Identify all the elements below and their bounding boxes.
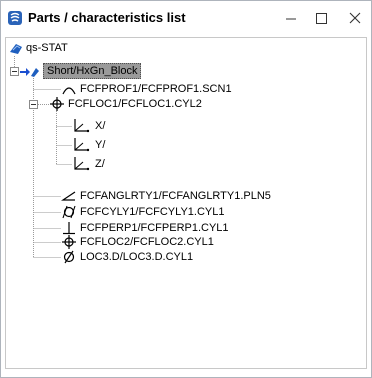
parts-characteristics-window: Parts / characteristics list qs-STAT Sho… <box>0 0 372 378</box>
tree-node-characteristic[interactable]: FCFLOC1/FCFLOC1.CYL2 <box>6 96 346 112</box>
tree-node-characteristic[interactable]: FCFLOC2/FCFLOC2.CYL1 <box>6 234 346 250</box>
tree-node-label: FCFPROF1/FCFPROF1.SCN1 <box>80 83 232 95</box>
close-button[interactable] <box>341 5 369 31</box>
tree-node-axis[interactable]: X/ <box>6 117 206 133</box>
app-logo-icon <box>8 11 22 25</box>
maximize-button[interactable] <box>307 5 335 31</box>
diameter-icon <box>63 250 75 264</box>
tree-node-label: Z/ <box>95 158 105 170</box>
axis-icon <box>74 157 90 171</box>
collapse-icon[interactable] <box>10 67 19 76</box>
title-bar[interactable]: Parts / characteristics list <box>1 1 371 37</box>
tree-node-characteristic[interactable]: LOC3.D/LOC3.D.CYL1 <box>6 249 346 265</box>
angularity-icon <box>61 191 76 201</box>
tree-node-label: FCFLOC1/FCFLOC1.CYL2 <box>68 98 202 110</box>
probe-arrow-icon <box>20 68 39 77</box>
tree-node-label: qs-STAT <box>26 42 68 54</box>
tree-node-label-selected: Short/HxGn_Block <box>43 63 142 79</box>
window-title: Parts / characteristics list <box>28 10 186 25</box>
tree-node-label: LOC3.D/LOC3.D.CYL1 <box>80 251 194 263</box>
tree-node-part[interactable]: Short/HxGn_Block <box>6 63 306 79</box>
tree-node-characteristic[interactable]: FCFPROF1/FCFPROF1.SCN1 <box>6 81 346 97</box>
minimize-button[interactable] <box>277 5 305 31</box>
tree-node-characteristic[interactable]: FCFCYLY1/FCFCYLY1.CYL1 <box>6 204 346 220</box>
collapse-icon[interactable] <box>29 100 38 109</box>
parts-tree[interactable]: qs-STAT Short/HxGn_Block FCFPROF1/FCFPRO… <box>5 37 367 369</box>
database-icon <box>10 44 22 54</box>
tree-node-label: FCFANGLRTY1/FCFANGLRTY1.PLN5 <box>80 190 271 202</box>
tree-node-label: FCFPERP1/FCFPERP1.CYL1 <box>80 222 229 234</box>
profile-of-line-icon <box>62 87 76 95</box>
tree-node-label: FCFCYLY1/FCFCYLY1.CYL1 <box>80 206 225 218</box>
tree-node-characteristic[interactable]: FCFANGLRTY1/FCFANGLRTY1.PLN5 <box>6 188 346 204</box>
tree-node-label: FCFLOC2/FCFLOC2.CYL1 <box>80 236 214 248</box>
tree-node-root[interactable]: qs-STAT <box>6 40 306 56</box>
tree-node-label: X/ <box>95 120 106 132</box>
tree-node-axis[interactable]: Z/ <box>6 155 206 171</box>
axis-icon <box>74 119 90 133</box>
position-icon <box>50 97 64 111</box>
cylindricity-icon <box>62 205 76 219</box>
tree-node-label: Y/ <box>95 139 106 151</box>
position-icon <box>62 235 76 249</box>
axis-icon <box>74 138 90 152</box>
tree-node-axis[interactable]: Y/ <box>6 136 206 152</box>
